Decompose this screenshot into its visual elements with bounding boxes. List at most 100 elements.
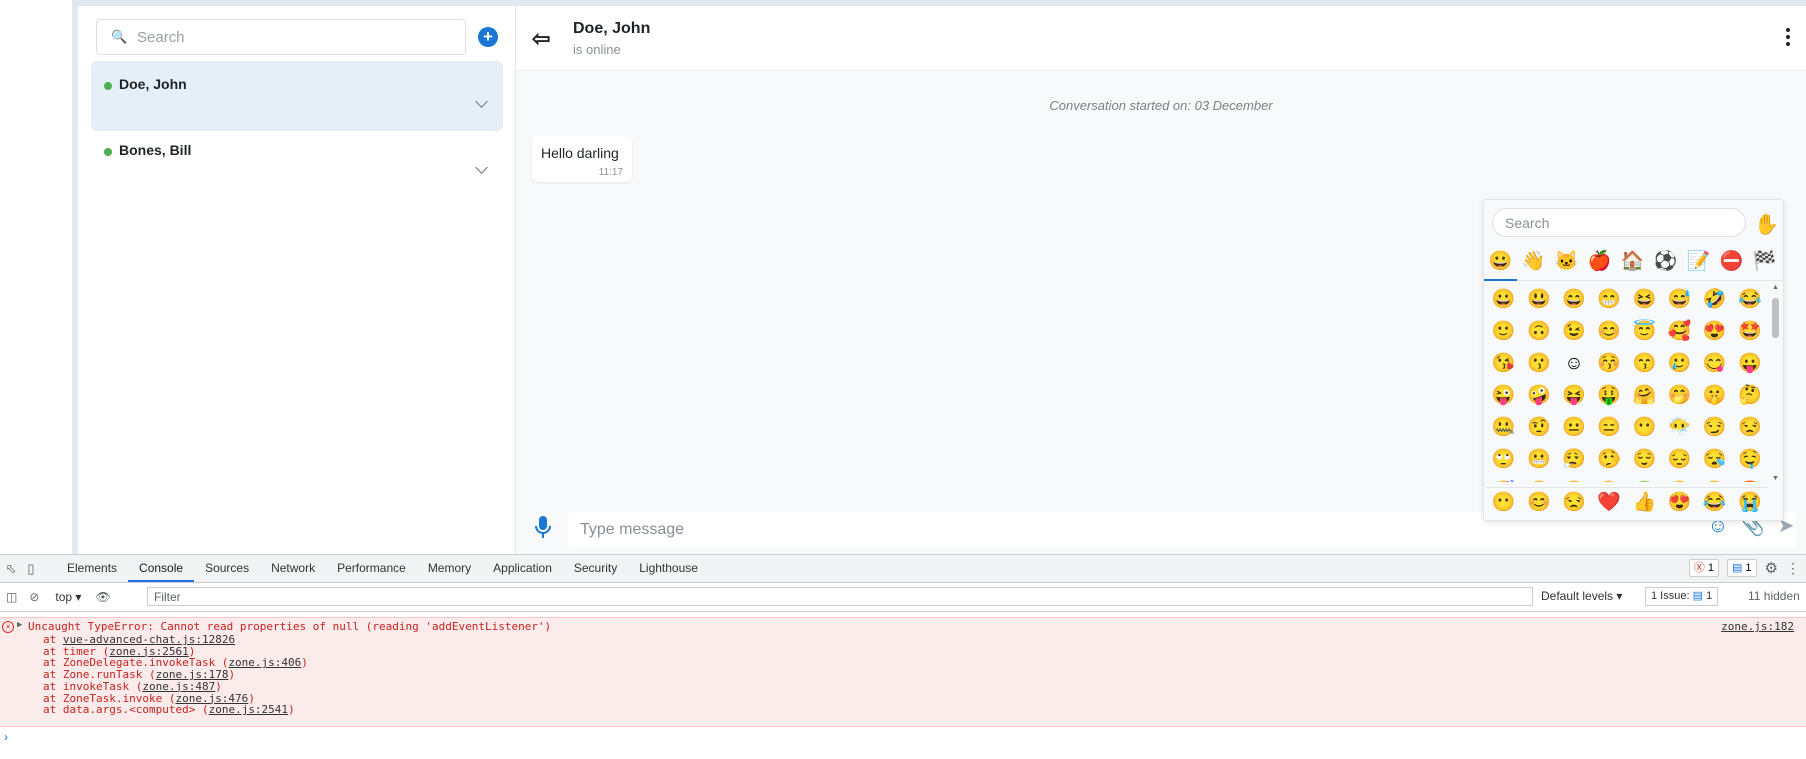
emoji-item[interactable]: 😙 xyxy=(1627,348,1662,380)
emoji-item[interactable]: 🙄 xyxy=(1486,444,1521,476)
emoji-item[interactable]: 🤩 xyxy=(1732,316,1767,348)
emoji-item[interactable]: 🤗 xyxy=(1627,380,1662,412)
emoji-category-tab[interactable]: 😀 xyxy=(1484,246,1517,281)
emoji-item[interactable]: 😊 xyxy=(1592,316,1627,348)
recent-emoji-item[interactable]: 😍 xyxy=(1662,488,1697,518)
emoji-item[interactable]: 😛 xyxy=(1732,348,1767,380)
emoji-category-tab[interactable]: 🏁 xyxy=(1748,246,1781,280)
emoji-item[interactable]: ☺ xyxy=(1556,348,1591,380)
stack-frame-link[interactable]: zone.js:2541 xyxy=(209,703,288,716)
emoji-item[interactable]: 😚 xyxy=(1592,348,1627,380)
emoji-item[interactable]: 😃 xyxy=(1521,284,1556,316)
emoji-search-input[interactable] xyxy=(1492,208,1746,237)
emoji-item[interactable]: 😀 xyxy=(1486,284,1521,316)
emoji-item[interactable]: 🥲 xyxy=(1662,348,1697,380)
inspect-element-icon[interactable]: ⬁ xyxy=(2,560,20,578)
emoji-item[interactable]: 😉 xyxy=(1556,316,1591,348)
context-selector[interactable]: top ▾ xyxy=(55,590,81,604)
tab-memory[interactable]: Memory xyxy=(417,555,482,582)
room-item-doe-john[interactable]: Doe, John xyxy=(91,61,503,131)
emoji-category-tab[interactable]: 🏠 xyxy=(1616,246,1649,280)
error-source-link[interactable]: zone.js:182 xyxy=(1721,620,1794,633)
tab-performance[interactable]: Performance xyxy=(326,555,417,582)
emoji-item[interactable]: 😪 xyxy=(1697,444,1732,476)
emoji-item[interactable]: 🤑 xyxy=(1592,380,1627,412)
emoji-item[interactable]: 😍 xyxy=(1697,316,1732,348)
rooms-search-input[interactable] xyxy=(135,27,439,47)
emoji-item[interactable]: 😘 xyxy=(1486,348,1521,380)
emoji-item[interactable]: 🤪 xyxy=(1521,380,1556,412)
console-prompt[interactable]: › xyxy=(4,730,8,744)
recent-emoji-item[interactable]: 😒 xyxy=(1556,488,1591,518)
emoji-item[interactable]: 😋 xyxy=(1697,348,1732,380)
emoji-item[interactable]: 😜 xyxy=(1486,380,1521,412)
emoji-item[interactable]: 🙃 xyxy=(1521,316,1556,348)
tab-application[interactable]: Application xyxy=(482,555,563,582)
emoji-item[interactable]: 😮‍💨 xyxy=(1556,444,1591,476)
emoji-item[interactable]: 🤒 xyxy=(1556,476,1591,482)
info-count-badge[interactable]: ▤ 1 xyxy=(1726,559,1757,577)
emoji-item[interactable]: 🤐 xyxy=(1486,412,1521,444)
emoji-item[interactable]: 🤤 xyxy=(1732,444,1767,476)
emoji-item[interactable]: 🤣 xyxy=(1697,284,1732,316)
recent-emoji-item[interactable]: ❤️ xyxy=(1592,488,1627,518)
emoji-item[interactable]: 😌 xyxy=(1627,444,1662,476)
eye-icon[interactable]: 👁 xyxy=(95,590,110,604)
emoji-item[interactable]: 🤕 xyxy=(1592,476,1627,482)
device-toolbar-icon[interactable]: ▯ xyxy=(22,560,40,578)
more-vert-icon[interactable] xyxy=(1786,28,1790,49)
emoji-item[interactable]: 🤫 xyxy=(1697,380,1732,412)
emoji-category-tab[interactable]: 📝 xyxy=(1682,246,1715,280)
recent-emoji-item[interactable]: 😶 xyxy=(1486,488,1521,518)
emoji-item[interactable]: 😔 xyxy=(1662,444,1697,476)
add-room-icon[interactable]: + xyxy=(478,27,498,47)
emoji-category-tab[interactable]: 👋 xyxy=(1517,246,1550,280)
settings-gear-icon[interactable]: ⚙ xyxy=(1765,559,1778,577)
emoji-item[interactable]: 😅 xyxy=(1662,284,1697,316)
room-item-bones-bill[interactable]: Bones, Bill xyxy=(91,127,503,197)
back-arrow-icon[interactable]: ⇦ xyxy=(532,26,550,52)
recent-emoji-item[interactable]: 😊 xyxy=(1521,488,1556,518)
levels-dropdown[interactable]: Default levels ▾ xyxy=(1541,589,1622,603)
emoji-item[interactable]: 😂 xyxy=(1732,284,1767,316)
tab-elements[interactable]: Elements xyxy=(56,555,128,582)
emoji-scrollbar[interactable]: ▲ ▼ xyxy=(1771,284,1780,482)
console-filter-input[interactable] xyxy=(147,587,1533,606)
recent-emoji-item[interactable]: 😭 xyxy=(1732,488,1767,518)
emoji-item[interactable]: 😶‍🌫️ xyxy=(1662,412,1697,444)
recent-emoji-item[interactable]: 😂 xyxy=(1697,488,1732,518)
tab-network[interactable]: Network xyxy=(260,555,326,582)
error-count-badge[interactable]: Ⓧ 1 xyxy=(1688,559,1719,577)
tab-security[interactable]: Security xyxy=(563,555,628,582)
scroll-down-icon[interactable]: ▼ xyxy=(1771,475,1780,482)
microphone-icon[interactable] xyxy=(532,514,554,540)
recent-emoji-item[interactable]: 👍 xyxy=(1627,488,1662,518)
emoji-item[interactable]: 😆 xyxy=(1627,284,1662,316)
clear-console-icon[interactable]: ⊘ xyxy=(29,590,39,604)
emoji-item[interactable]: 🤨 xyxy=(1521,412,1556,444)
sidebar-toggle-icon[interactable]: ◫ xyxy=(6,590,17,604)
emoji-item[interactable]: 🤭 xyxy=(1662,380,1697,412)
emoji-item[interactable]: 🙂 xyxy=(1486,316,1521,348)
emoji-item[interactable]: 😁 xyxy=(1592,284,1627,316)
more-vert-icon[interactable]: ⋮ xyxy=(1786,560,1800,577)
emoji-item[interactable]: 🤮 xyxy=(1662,476,1697,482)
emoji-item[interactable]: 🤔 xyxy=(1732,380,1767,412)
rooms-search[interactable]: 🔍 xyxy=(96,19,466,55)
stack-frame-link[interactable]: zone.js:406 xyxy=(228,656,301,669)
emoji-item[interactable]: 🥵 xyxy=(1732,476,1767,482)
issues-badge[interactable]: 1 Issue: ▤ 1 xyxy=(1645,587,1719,606)
tab-lighthouse[interactable]: Lighthouse xyxy=(628,555,709,582)
scroll-up-icon[interactable]: ▲ xyxy=(1771,284,1780,291)
tab-console[interactable]: Console xyxy=(128,555,195,582)
message-bubble[interactable]: Hello darling 11:17 xyxy=(532,136,632,182)
emoji-item[interactable]: 😇 xyxy=(1627,316,1662,348)
emoji-item[interactable]: 🥰 xyxy=(1662,316,1697,348)
expand-triangle-icon[interactable]: ▶ xyxy=(17,620,22,630)
emoji-item[interactable]: 😐 xyxy=(1556,412,1591,444)
emoji-item[interactable]: 😶 xyxy=(1627,412,1662,444)
emoji-item[interactable]: 😄 xyxy=(1556,284,1591,316)
emoji-item[interactable]: 😴 xyxy=(1486,476,1521,482)
skin-tone-button[interactable]: ✋ xyxy=(1754,212,1779,237)
emoji-item[interactable]: 😑 xyxy=(1592,412,1627,444)
